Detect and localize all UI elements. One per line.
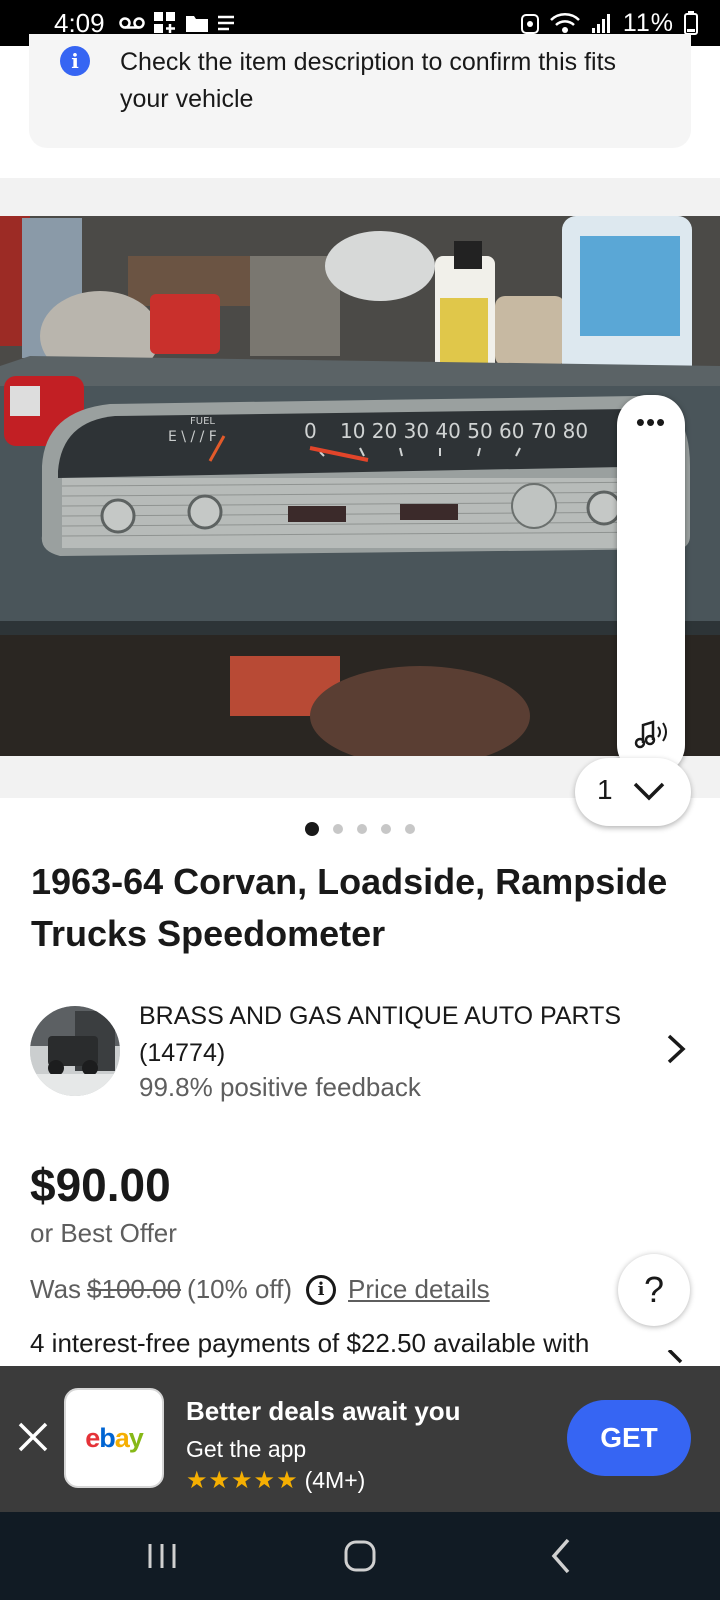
seller-name[interactable]: BRASS AND GAS ANTIQUE AUTO PARTS (14774) xyxy=(139,998,659,1072)
banner-rating: ★★★★★ (4M+) xyxy=(186,1466,365,1495)
home-icon[interactable] xyxy=(338,1534,382,1578)
svg-text:E \ / / F: E \ / / F xyxy=(168,429,217,445)
seller-feedback-count: (14774) xyxy=(139,1039,226,1067)
back-icon[interactable] xyxy=(540,1534,584,1578)
folder-icon xyxy=(185,16,208,32)
info-icon: i xyxy=(60,46,90,76)
price-details-link[interactable]: Price details xyxy=(348,1274,490,1305)
audio-icon[interactable] xyxy=(631,713,673,755)
chevron-right-icon[interactable] xyxy=(663,1032,689,1066)
app-install-banner: ebay Better deals await you Get the app … xyxy=(0,1366,720,1512)
fit-notice-text: Check the item description to confirm th… xyxy=(120,48,617,113)
signal-icon xyxy=(591,14,610,33)
floating-toolbar[interactable]: ••• xyxy=(617,395,685,775)
was-price: $100.00 xyxy=(87,1274,182,1304)
image-counter-pill[interactable]: 1 xyxy=(575,758,691,826)
svg-text:0: 0 xyxy=(304,419,317,443)
wifi-icon xyxy=(549,13,580,33)
listing-title: 1963-64 Corvan, Loadside, Rampside Truck… xyxy=(31,861,668,954)
svg-text:10 20 30 40 50 60 70 80: 10 20 30 40 50 60 70 80 xyxy=(340,419,588,443)
rating-count: (4M+) xyxy=(304,1467,366,1493)
seller-avatar[interactable] xyxy=(30,1006,120,1096)
gallery-pagination xyxy=(0,822,720,836)
widgets-icon xyxy=(153,12,175,33)
price: $90.00 xyxy=(30,1159,171,1211)
status-notification-icons xyxy=(118,11,235,35)
pagination-dot[interactable] xyxy=(381,824,391,834)
get-app-button[interactable]: GET xyxy=(567,1400,691,1476)
seller-name-text: BRASS AND GAS ANTIQUE AUTO PARTS xyxy=(139,1002,622,1030)
help-button[interactable]: ? xyxy=(618,1254,690,1326)
pagination-dot[interactable] xyxy=(357,824,367,834)
was-label: Was xyxy=(30,1274,82,1304)
installments-text[interactable]: 4 interest-free payments of $22.50 avail… xyxy=(30,1328,650,1364)
discount-label: (10% off) xyxy=(187,1274,293,1304)
item-photo[interactable]: FUEL E \ / / F 0 10 20 30 40 50 60 70 80 xyxy=(0,216,720,756)
pagination-dot[interactable] xyxy=(305,822,319,836)
menu-lines-icon xyxy=(217,15,234,31)
system-nav-bar xyxy=(0,1512,720,1600)
info-icon[interactable]: i xyxy=(306,1274,337,1305)
pagination-dot[interactable] xyxy=(405,824,415,834)
banner-subtext: Get the app xyxy=(186,1436,307,1462)
instrument-cluster-photo: FUEL E \ / / F 0 10 20 30 40 50 60 70 80 xyxy=(0,216,720,756)
image-gallery[interactable]: FUEL E \ / / F 0 10 20 30 40 50 60 70 80 xyxy=(0,178,720,798)
chevron-down-icon[interactable] xyxy=(631,774,667,810)
seller-row[interactable]: BRASS AND GAS ANTIQUE AUTO PARTS (14774)… xyxy=(0,998,720,1108)
svg-text:FUEL: FUEL xyxy=(190,416,215,427)
recent-apps-icon[interactable] xyxy=(140,1534,184,1578)
close-icon[interactable] xyxy=(16,1420,50,1454)
image-counter: 1 xyxy=(597,774,613,805)
alarm-icon xyxy=(520,14,539,34)
banner-headline: Better deals await you xyxy=(186,1396,461,1426)
more-dots-icon[interactable]: ••• xyxy=(617,409,685,435)
best-offer-label: or Best Offer xyxy=(30,1218,177,1248)
ebay-app-icon: ebay xyxy=(64,1388,164,1488)
pagination-dot[interactable] xyxy=(333,824,343,834)
seller-feedback: 99.8% positive feedback xyxy=(139,1072,421,1102)
voicemail-icon xyxy=(118,17,145,29)
star-rating-icon: ★★★★★ xyxy=(186,1467,299,1494)
battery-icon xyxy=(684,11,698,35)
ebay-logo: ebay xyxy=(85,1422,144,1453)
was-price-row: Was $100.00 (10% off) i Price details xyxy=(30,1274,490,1305)
